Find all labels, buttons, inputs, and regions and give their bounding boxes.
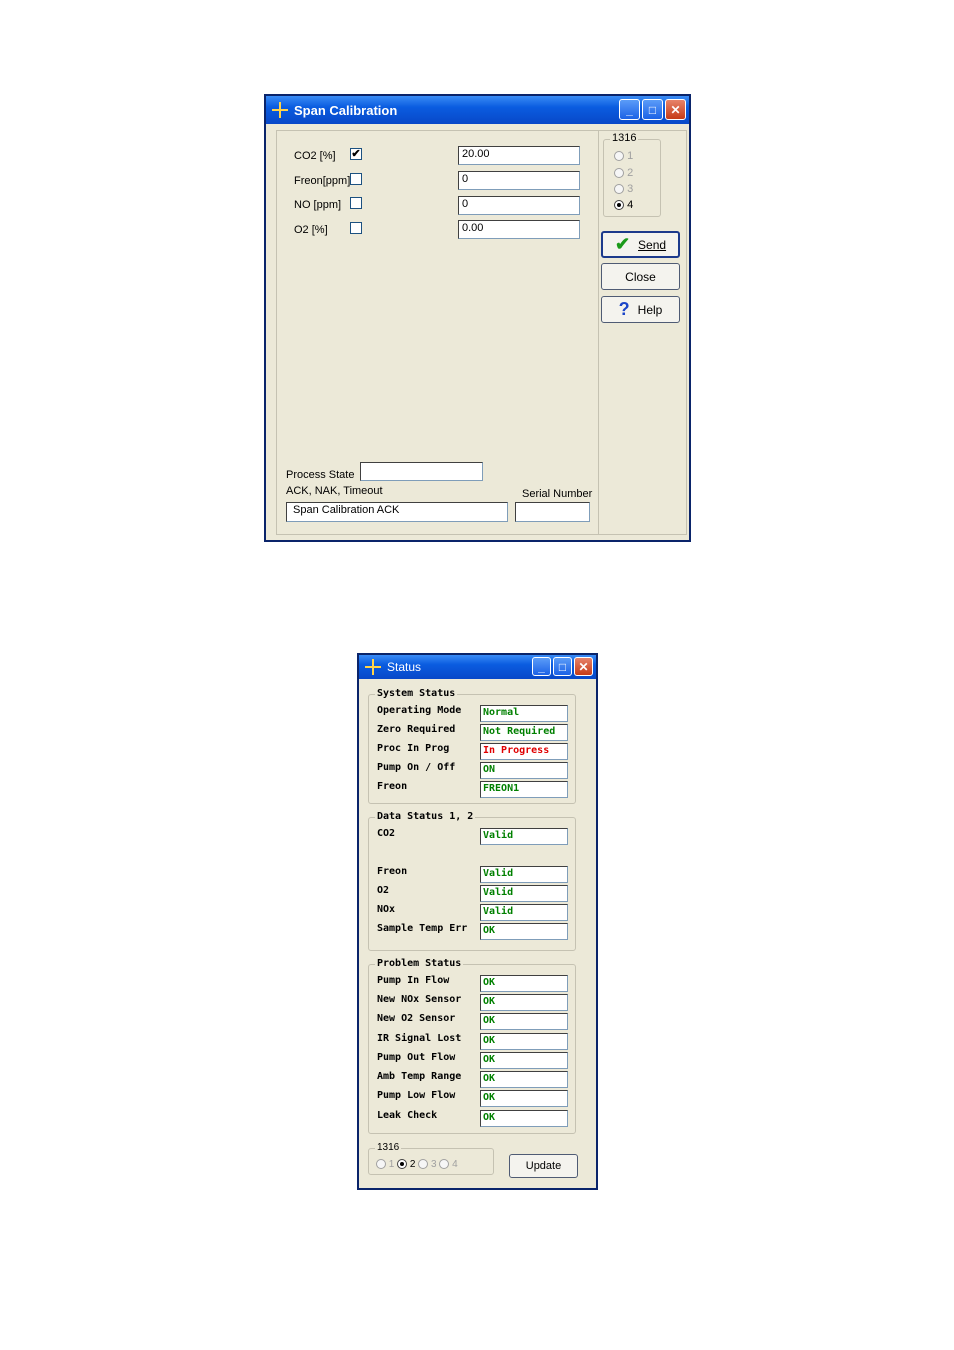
data-value-freon: Valid [480, 866, 568, 883]
problem-label-ir-signal-lost: IR Signal Lost [377, 1033, 462, 1044]
status-radio-1[interactable]: 1 [376, 1159, 394, 1170]
process-state-label: Process State [286, 469, 355, 481]
no-value-input[interactable]: 0 [458, 196, 580, 215]
app-icon [365, 659, 381, 675]
data-value-sample-temp-err: OK [480, 923, 568, 940]
co2-value-input[interactable]: 20.00 [458, 146, 580, 165]
span-radio-2[interactable]: 2 [614, 167, 633, 179]
status-window-title: Status [387, 660, 422, 674]
status-label-proc-in-prog: Proc In Prog [377, 743, 450, 754]
freon-label: Freon[ppm] [294, 175, 351, 187]
problem-label-pump-low-flow: Pump Low Flow [377, 1090, 456, 1101]
close-icon[interactable]: ✕ [574, 657, 593, 676]
problem-label-new-o2-sensor: New O2 Sensor [377, 1013, 456, 1024]
status-group-label: 1316 [375, 1142, 402, 1153]
maximize-icon[interactable]: □ [642, 99, 663, 120]
maximize-icon[interactable]: □ [553, 657, 572, 676]
span-radio-3[interactable]: 3 [614, 183, 633, 195]
process-state-field [360, 462, 483, 481]
minimize-icon[interactable]: _ [532, 657, 551, 676]
data-label-freon: Freon [377, 866, 408, 877]
span-group-label: 1316 [610, 132, 639, 144]
o2-checkbox[interactable] [350, 222, 362, 234]
span-calibration-window: Span Calibration _ □ ✕ CO2 [%] ✔ 20.00 F… [264, 94, 691, 542]
minimize-icon[interactable]: _ [619, 99, 640, 120]
data-value-co2: Valid [480, 828, 568, 845]
status-radio-3[interactable]: 3 [418, 1159, 437, 1170]
problem-status-label: Problem Status [375, 958, 464, 969]
app-icon [272, 102, 288, 118]
no-checkbox[interactable] [350, 197, 362, 209]
o2-value-input[interactable]: 0.00 [458, 220, 580, 239]
serial-number-label: Serial Number [522, 488, 593, 500]
close-icon[interactable]: ✕ [665, 99, 686, 120]
problem-label-leak-check: Leak Check [377, 1110, 438, 1121]
status-radio-2[interactable]: 2 [397, 1159, 415, 1170]
problem-label-pump-in-flow: Pump In Flow [377, 975, 450, 986]
help-icon: ? [618, 299, 630, 319]
span-window-title: Span Calibration [294, 102, 398, 118]
freon-value-input[interactable]: 0 [458, 171, 580, 190]
ack-field: Span Calibration ACK [286, 502, 508, 522]
problem-label-new-nox-sensor: New NOx Sensor [377, 994, 462, 1005]
data-label-o2: O2 [377, 885, 390, 896]
status-value-zero-required: Not Required [480, 724, 568, 741]
update-button-label: Update [525, 1160, 562, 1172]
problem-label-amb-temp-range: Amb Temp Range [377, 1071, 462, 1082]
span-radio-4[interactable]: 4 [614, 199, 633, 211]
update-button[interactable]: Update [509, 1154, 578, 1178]
problem-value-ir-signal-lost: OK [480, 1033, 568, 1050]
checkmark-icon: ✔ [614, 234, 631, 254]
data-value-o2: Valid [480, 885, 568, 902]
problem-value-new-nox-sensor: OK [480, 994, 568, 1011]
data-value-nox: Valid [480, 904, 568, 921]
co2-label: CO2 [%] [294, 150, 336, 162]
status-label-zero-required: Zero Required [377, 724, 456, 735]
send-button[interactable]: ✔ Send [601, 231, 680, 258]
status-titlebar[interactable]: Status _ □ ✕ [359, 655, 596, 679]
no-label: NO [ppm] [294, 199, 342, 211]
status-value-operating-mode: Normal [480, 705, 568, 722]
status-value-proc-in-prog: In Progress [480, 743, 568, 760]
data-status-label: Data Status 1, 2 [375, 811, 476, 822]
data-label-nox: NOx [377, 904, 396, 915]
co2-checkbox[interactable]: ✔ [350, 148, 362, 160]
data-label-sample-temp-err: Sample Temp Err [377, 923, 468, 934]
status-label-freon: Freon [377, 781, 408, 792]
problem-value-amb-temp-range: OK [480, 1071, 568, 1088]
status-window: Status _ □ ✕ System Status Operating Mod… [357, 653, 598, 1190]
status-value-freon: FREON1 [480, 781, 568, 798]
span-radio-1[interactable]: 1 [614, 150, 633, 162]
problem-value-new-o2-sensor: OK [480, 1013, 568, 1030]
problem-label-pump-out-flow: Pump Out Flow [377, 1052, 456, 1063]
freon-checkbox[interactable] [350, 173, 362, 185]
status-label-pump-on-off: Pump On / Off [377, 762, 456, 773]
help-button[interactable]: ? Help [601, 296, 680, 323]
system-status-label: System Status [375, 688, 458, 699]
data-label-co2: CO2 [377, 828, 396, 839]
close-button[interactable]: Close [601, 263, 680, 290]
problem-value-pump-in-flow: OK [480, 975, 568, 992]
send-button-label: Send [638, 237, 667, 252]
serial-number-field [515, 502, 590, 522]
help-button-label: Help [637, 302, 663, 317]
o2-label: O2 [%] [294, 224, 328, 236]
span-titlebar[interactable]: Span Calibration _ □ ✕ [266, 96, 689, 124]
problem-value-leak-check: OK [480, 1110, 568, 1127]
status-radio-4[interactable]: 4 [439, 1159, 458, 1170]
status-value-pump-on-off: ON [480, 762, 568, 779]
ack-label: ACK, NAK, Timeout [286, 485, 383, 497]
problem-value-pump-out-flow: OK [480, 1052, 568, 1069]
close-button-label: Close [625, 269, 656, 284]
problem-value-pump-low-flow: OK [480, 1090, 568, 1107]
status-radio-row: 1 2 3 4 [376, 1159, 458, 1170]
status-label-operating-mode: Operating Mode [377, 705, 462, 716]
